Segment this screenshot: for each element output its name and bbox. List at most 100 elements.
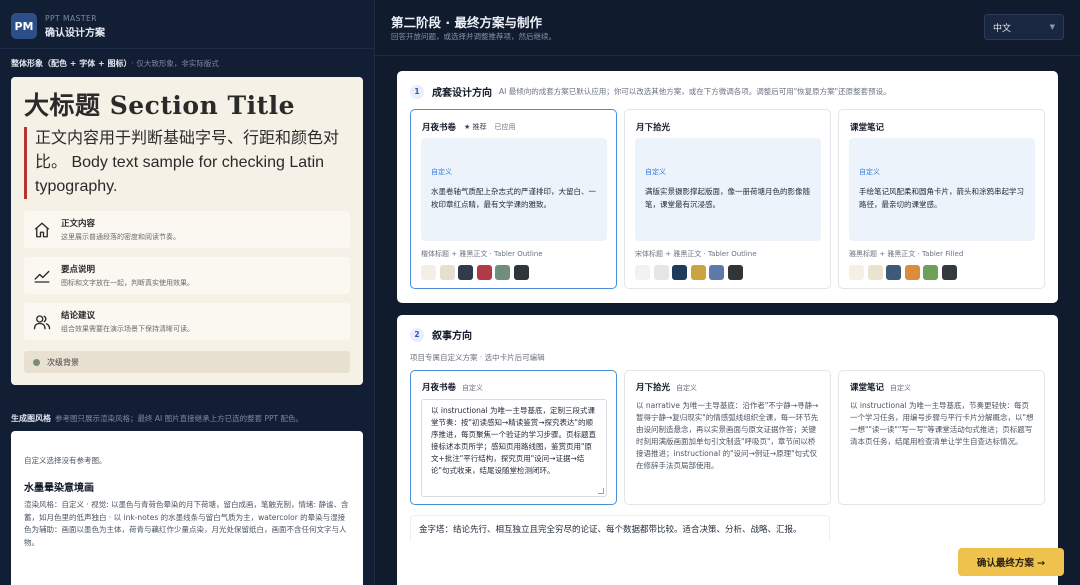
card-title: 课堂笔记 — [850, 383, 885, 393]
style-preview-card: 大标题 Section Title 正文内容用于判断基础字号、行距和颜色对比。 … — [11, 77, 363, 385]
resize-handle-icon[interactable] — [598, 488, 604, 494]
color-swatch — [904, 265, 920, 280]
color-swatch — [476, 265, 492, 280]
color-swatch — [439, 265, 455, 280]
language-value: 中文 — [993, 23, 1012, 34]
color-swatch — [867, 265, 883, 280]
section-note: AI 最倾向的成套方案已默认应用；你可以改选其他方案，或在下方微调各项。调整后可… — [499, 87, 891, 96]
color-swatch — [690, 265, 706, 280]
step-number: 2 — [410, 327, 424, 342]
custom-tag: 自定义 — [676, 384, 698, 392]
image-style-card: 自定义选择没有参考图。 水墨晕染意境画 渲染风格：自定义 · 视觉: 以墨色与青… — [11, 431, 363, 585]
preview-item-title: 正文内容 — [61, 219, 96, 229]
custom-tag: 自定义 — [431, 168, 452, 176]
color-swatch — [672, 265, 687, 280]
custom-tag: 自定义 — [890, 384, 912, 392]
card-description: 手绘笔记风配柔和圆角卡片，箭头和涂鸦串起学习路径，最亲切的课堂感。 — [859, 187, 1024, 209]
chart-line-icon — [32, 266, 52, 286]
card-preview: 自定义 水墨卷轴气质配上杂志式的严谨排印，大留白、一枚印章红点睛，最有文学课的雅… — [421, 138, 607, 241]
preview-item-title: 结论建议 — [61, 311, 96, 321]
color-swatches — [421, 265, 532, 280]
color-swatch — [495, 265, 510, 280]
no-reference-text: 自定义选择没有参考图。 — [24, 456, 107, 465]
color-swatch — [421, 265, 436, 280]
color-swatch — [709, 265, 724, 280]
font-summary: 宋体标题 + 雅黑正文 · Tabler Outline — [635, 250, 757, 258]
design-card-yuexia[interactable]: 月下拾光 自定义 满版实景摄影撑起版面，像一册荷塘月色的影像随笔，课堂最有沉浸感… — [624, 109, 831, 289]
card-title: 月下拾光 — [636, 383, 671, 393]
color-swatch — [727, 265, 743, 280]
card-description: 满版实景摄影撑起版面，像一册荷塘月色的影像随笔，课堂最有沉浸感。 — [645, 187, 810, 209]
custom-tag: 自定义 — [645, 168, 666, 176]
preview-item-points: 要点说明 图标和文字放在一起，判断真实使用效果。 — [24, 257, 350, 294]
color-swatch — [941, 265, 957, 280]
color-swatch — [886, 265, 901, 280]
divider — [375, 55, 1080, 56]
page-subtitle: 回答开放问题，或选择并调整推荐项，然后继续。 — [391, 32, 556, 41]
narrative-panel: 2 叙事方向 项目专属自定义方案 · 选中卡片后可编辑 月夜书卷 自定义 以 in… — [397, 315, 1058, 585]
color-swatch — [513, 265, 529, 280]
card-title: 课堂笔记 — [850, 123, 885, 133]
language-select[interactable]: 中文 ▼ — [984, 14, 1064, 40]
card-title: 月夜书卷 — [422, 383, 457, 393]
section-title: 成套设计方向 — [432, 88, 492, 99]
preview-item-body: 正文内容 这里展示普通段落的密度和阅读节奏。 — [24, 211, 350, 248]
color-swatch — [653, 265, 669, 280]
color-swatch — [458, 265, 473, 280]
preview-item-desc: 这里展示普通段落的密度和阅读节奏。 — [61, 233, 180, 241]
divider — [0, 48, 375, 49]
app-logo: PM — [11, 13, 37, 39]
narrative-header: 2 叙事方向 — [410, 327, 472, 342]
design-card-ketang[interactable]: 课堂笔记 自定义 手绘笔记风配柔和圆角卡片，箭头和涂鸦串起学习路径，最亲切的课堂… — [838, 109, 1045, 289]
custom-tag: 自定义 — [462, 384, 484, 392]
step-number: 1 — [410, 84, 424, 99]
card-preview: 自定义 满版实景摄影撑起版面，像一册荷塘月色的影像随笔，课堂最有沉浸感。 — [635, 138, 821, 241]
narrative-card-yuexia[interactable]: 月下拾光 自定义 以 narrative 为唯一主导基底：沿作者"不宁静→寻静→暂… — [624, 370, 831, 505]
secondary-background-label: 次级背景 — [47, 357, 79, 367]
confirm-final-plan-button[interactable]: 确认最终方案 → — [958, 548, 1064, 576]
color-swatches — [635, 265, 746, 280]
custom-tag: 自定义 — [859, 168, 880, 176]
color-swatches — [849, 265, 960, 280]
color-swatch — [923, 265, 938, 280]
secondary-background-sample: 次级背景 — [24, 351, 350, 373]
card-description: 水墨卷轴气质配上杂志式的严谨排印，大留白、一枚印章红点睛，最有文学课的雅致。 — [431, 187, 596, 209]
home-icon — [32, 220, 52, 240]
narrative-text: 以 narrative 为唯一主导基底：沿作者"不宁静→寻静→暂得宁静→复归现实… — [636, 401, 819, 470]
preview-section-label: 整体形象（配色 + 字体 + 图标） · 仅大致形象，非实际版式 — [11, 59, 219, 68]
design-direction-panel: 1 成套设计方向 AI 最倾向的成套方案已默认应用；你可以改选其他方案，或在下方… — [397, 71, 1058, 303]
narrative-textarea[interactable]: 以 instructional 为唯一主导基底，定制三段式课堂节奏：按"初读感知… — [421, 399, 607, 497]
card-title: 月下拾光 — [636, 123, 671, 133]
recommended-badge: ★ 推荐 — [464, 123, 487, 131]
app-name: PPT MASTER — [45, 13, 97, 23]
narrative-text: 以 instructional 为唯一主导基底，定制三段式课堂节奏：按"初读感知… — [431, 406, 596, 475]
section-title: 叙事方向 — [432, 331, 472, 342]
color-swatch — [849, 265, 864, 280]
font-summary: 楷体标题 + 雅黑正文 · Tabler Outline — [421, 250, 543, 258]
app-title: 确认设计方案 — [45, 27, 105, 39]
card-preview: 自定义 手绘笔记风配柔和圆角卡片，箭头和涂鸦串起学习路径，最亲切的课堂感。 — [849, 138, 1035, 241]
narrative-text: 以 instructional 为唯一主导基底，节奏更轻快：每页一个学习任务，用… — [850, 401, 1034, 446]
dot-icon — [33, 358, 40, 366]
applied-badge: 已应用 — [494, 123, 516, 131]
brand: PM PPT MASTER 确认设计方案 — [11, 13, 105, 39]
chevron-down-icon: ▼ — [1049, 23, 1055, 31]
narrative-card-ketang[interactable]: 课堂笔记 自定义 以 instructional 为唯一主导基底，节奏更轻快：每页… — [838, 370, 1045, 505]
preview-body-text: 正文内容用于判断基础字号、行距和颜色对比。 Body text sample f… — [24, 127, 350, 199]
color-swatch — [635, 265, 650, 280]
page-title: 第二阶段 · 最终方案与制作 — [391, 15, 542, 30]
design-card-yueye[interactable]: 月夜书卷 ★ 推荐 已应用 自定义 水墨卷轴气质配上杂志式的严谨排印，大留白、一… — [410, 109, 617, 289]
preview-heading: 大标题 Section Title — [24, 91, 296, 120]
image-style-section-label: 生成图风格 参考图只展示渲染风格；最终 AI 图片直接继承上方已选的整套 PPT … — [11, 414, 304, 423]
preview-item-conclusion: 结论建议 组合效果需要在演示场景下保持清晰可读。 — [24, 303, 350, 340]
narrative-card-yueye[interactable]: 月夜书卷 自定义 以 instructional 为唯一主导基底，定制三段式课堂节… — [410, 370, 617, 505]
users-icon — [32, 312, 52, 332]
image-style-description: 渲染风格：自定义 · 视觉: 以墨色与青荷色晕染的月下荷塘，留白成画，笔触克制，… — [24, 500, 349, 547]
sidebar: PM PPT MASTER 确认设计方案 整体形象（配色 + 字体 + 图标） ·… — [0, 0, 375, 585]
image-style-title: 水墨晕染意境画 — [24, 483, 94, 494]
font-summary: 雅黑标题 + 雅黑正文 · Tabler Filled — [849, 250, 964, 258]
card-title: 月夜书卷 — [422, 123, 457, 133]
preview-item-desc: 图标和文字放在一起，判断真实使用效果。 — [61, 279, 194, 287]
preview-item-title: 要点说明 — [61, 265, 96, 275]
pyramid-option[interactable]: 金字塔：结论先行、相互独立且完全穷尽的论证、每个数据都带比较。适合决策、分析、战… — [410, 515, 830, 541]
